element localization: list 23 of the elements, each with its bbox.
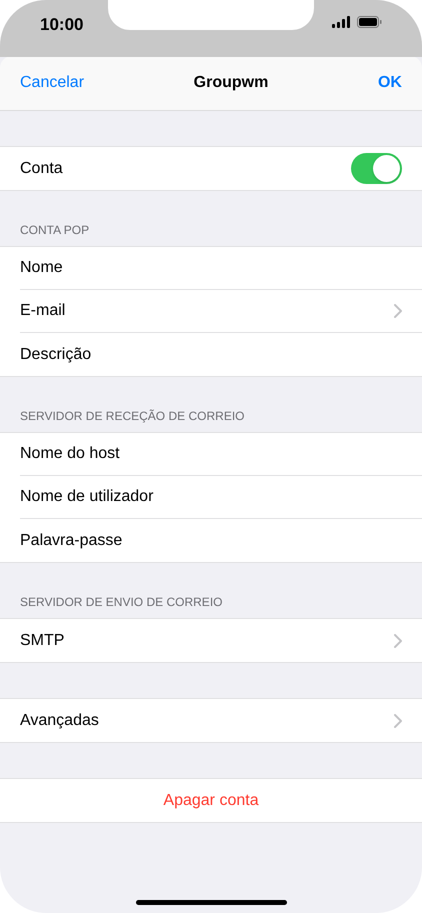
cancel-button[interactable]: Cancelar xyxy=(20,71,84,95)
chevron-right-icon xyxy=(394,304,402,318)
section-header: SERVIDOR DE RECEÇÃO DE CORREIO xyxy=(20,408,244,425)
ok-button[interactable]: OK xyxy=(378,71,402,95)
row-label: Avançadas xyxy=(20,710,100,730)
section-header: SERVIDOR DE ENVIO DE CORREIO xyxy=(20,594,222,611)
chevron-right-icon xyxy=(394,634,402,648)
toggle-switch[interactable] xyxy=(351,153,402,184)
row-label: SMTP xyxy=(20,630,66,650)
status-time: 10:00 xyxy=(40,14,84,36)
delete-account-button[interactable]: Apagar conta xyxy=(163,788,259,812)
row-label: Conta xyxy=(20,158,64,178)
row-label[interactable]: Nome de utilizador xyxy=(20,485,154,509)
row-label[interactable]: Descrição xyxy=(20,342,92,366)
section-header: CONTA POP xyxy=(20,222,90,239)
row-label[interactable]: Nome do host xyxy=(20,442,120,466)
row-label[interactable]: Nome xyxy=(20,256,63,280)
navigation-title: Groupwm xyxy=(194,73,268,93)
row-label: E-mail xyxy=(20,301,66,321)
row-label[interactable]: Palavra-passe xyxy=(20,528,122,552)
battery-icon xyxy=(357,16,382,28)
signal-icon xyxy=(332,16,351,28)
chevron-right-icon xyxy=(394,714,402,728)
